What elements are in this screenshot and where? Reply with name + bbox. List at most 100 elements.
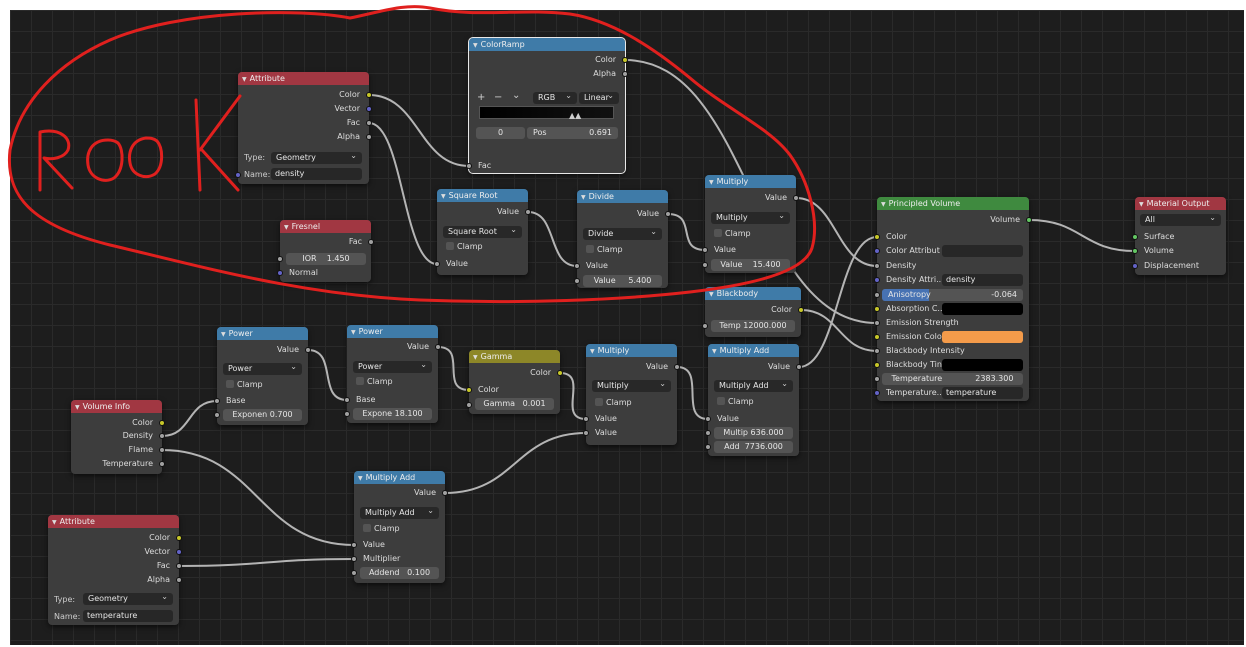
socket-vector-icon[interactable] bbox=[1132, 263, 1138, 269]
temperature-field[interactable]: Temp 12000.000 bbox=[711, 320, 795, 332]
socket-value-icon[interactable] bbox=[874, 320, 880, 326]
socket-shader-icon[interactable] bbox=[1026, 217, 1032, 223]
addend-field[interactable]: Add 7736.000 bbox=[714, 441, 793, 453]
socket-color-icon[interactable] bbox=[159, 420, 165, 426]
operation-dropdown[interactable]: Multiply Add bbox=[360, 507, 439, 519]
socket-value-icon[interactable] bbox=[435, 344, 441, 350]
socket-value-icon[interactable] bbox=[351, 542, 357, 548]
collapse-triangle-icon[interactable]: ▼ bbox=[473, 354, 478, 361]
socket-vector-icon[interactable] bbox=[277, 270, 283, 276]
operation-dropdown[interactable]: Power bbox=[223, 363, 302, 375]
checkbox-icon[interactable] bbox=[714, 229, 722, 237]
collapse-triangle-icon[interactable]: ▼ bbox=[284, 224, 289, 231]
socket-value-icon[interactable] bbox=[665, 211, 671, 217]
clamp-checkbox[interactable]: Clamp bbox=[708, 396, 799, 408]
multiply-node[interactable]: ▼Multiply Value Multiply Clamp Value Val… bbox=[583, 344, 680, 445]
socket-value-icon[interactable] bbox=[305, 347, 311, 353]
socket-value-icon[interactable] bbox=[793, 195, 799, 201]
collapse-triangle-icon[interactable]: ▼ bbox=[242, 76, 247, 83]
collapse-triangle-icon[interactable]: ▼ bbox=[52, 519, 57, 526]
node-editor-canvas[interactable] bbox=[10, 10, 1244, 645]
collapse-triangle-icon[interactable]: ▼ bbox=[473, 42, 478, 49]
socket-value-icon[interactable] bbox=[277, 256, 283, 262]
operation-dropdown[interactable]: Multiply bbox=[592, 380, 671, 392]
node-header[interactable]: ▼ Fresnel bbox=[280, 220, 371, 233]
checkbox-icon[interactable] bbox=[446, 242, 454, 250]
node-header[interactable]: ▼ Square Root bbox=[437, 189, 528, 202]
socket-color-icon[interactable] bbox=[874, 362, 880, 368]
socket-value-icon[interactable] bbox=[702, 323, 708, 329]
socket-value-icon[interactable] bbox=[344, 397, 350, 403]
socket-value-icon[interactable] bbox=[574, 263, 580, 269]
collapse-triangle-icon[interactable]: ▼ bbox=[881, 201, 886, 208]
socket-value-icon[interactable] bbox=[368, 239, 374, 245]
socket-color-icon[interactable] bbox=[874, 306, 880, 312]
multiply-add-node[interactable]: ▼Multiply Add Value Multiply Add Clamp V… bbox=[351, 471, 448, 583]
checkbox-icon[interactable] bbox=[595, 398, 603, 406]
color-attribute-field[interactable] bbox=[942, 245, 1023, 257]
multiply-node[interactable]: ▼Multiply Value Multiply Clamp Value Val… bbox=[702, 175, 799, 273]
socket-value-icon[interactable] bbox=[702, 262, 708, 268]
socket-value-icon[interactable] bbox=[214, 412, 220, 418]
socket-value-icon[interactable] bbox=[674, 364, 680, 370]
temperature-attribute-field[interactable]: temperature bbox=[942, 387, 1023, 399]
multiply-add-node[interactable]: ▼Multiply Add Value Multiply Add Clamp V… bbox=[705, 344, 802, 456]
operation-dropdown[interactable]: Multiply bbox=[711, 212, 790, 224]
socket-color-icon[interactable] bbox=[557, 370, 563, 376]
socket-vector-icon[interactable] bbox=[176, 549, 182, 555]
colorramp-node[interactable]: ▼ColorRamp Color Alpha + − ⌄ RGB Linear … bbox=[466, 37, 628, 174]
chevron-down-icon[interactable]: ⌄ bbox=[512, 90, 520, 101]
collapse-triangle-icon[interactable]: ▼ bbox=[712, 348, 717, 355]
socket-value-icon[interactable] bbox=[796, 364, 802, 370]
socket-value-icon[interactable] bbox=[159, 447, 165, 453]
ior-field[interactable]: IOR 1.450 bbox=[286, 253, 366, 265]
collapse-triangle-icon[interactable]: ▼ bbox=[709, 291, 714, 298]
color-ramp-bar[interactable] bbox=[479, 106, 614, 119]
socket-value-icon[interactable] bbox=[874, 263, 880, 269]
socket-value-icon[interactable] bbox=[214, 398, 220, 404]
clamp-checkbox[interactable]: Clamp bbox=[354, 523, 445, 535]
interpolation-dropdown[interactable]: Linear bbox=[579, 92, 619, 104]
operation-dropdown[interactable]: Square Root bbox=[443, 226, 522, 238]
power-node[interactable]: ▼Power Value Power Clamp Base Expone 18.… bbox=[344, 325, 441, 423]
exponent-field[interactable]: Exponen 0.700 bbox=[223, 409, 302, 421]
node-header[interactable]: ▼ Attribute bbox=[238, 72, 369, 85]
socket-value-icon[interactable] bbox=[874, 376, 880, 382]
color-mode-dropdown[interactable]: RGB bbox=[533, 92, 577, 104]
socket-value-icon[interactable] bbox=[434, 261, 440, 267]
target-dropdown[interactable]: All bbox=[1140, 214, 1221, 226]
socket-value-icon[interactable] bbox=[705, 430, 711, 436]
socket-vector-icon[interactable] bbox=[874, 248, 880, 254]
socket-color-icon[interactable] bbox=[874, 234, 880, 240]
socket-color-icon[interactable] bbox=[874, 334, 880, 340]
add-stop-icon[interactable]: + bbox=[477, 92, 485, 103]
remove-stop-icon[interactable]: − bbox=[494, 92, 502, 103]
checkbox-icon[interactable] bbox=[363, 524, 371, 532]
node-header[interactable]: ▼ Attribute bbox=[48, 515, 179, 528]
collapse-triangle-icon[interactable]: ▼ bbox=[1139, 201, 1144, 208]
power-node[interactable]: ▼Power Value Power Clamp Base Exponen 0.… bbox=[214, 327, 311, 425]
gamma-field[interactable]: Gamma 0.001 bbox=[475, 398, 554, 410]
socket-value-icon[interactable] bbox=[874, 292, 880, 298]
node-header[interactable]: ▼ Gamma bbox=[469, 350, 560, 363]
checkbox-icon[interactable] bbox=[226, 380, 234, 388]
collapse-triangle-icon[interactable]: ▼ bbox=[221, 331, 226, 338]
socket-value-icon[interactable] bbox=[351, 570, 357, 576]
name-field[interactable]: density bbox=[271, 168, 362, 180]
collapse-triangle-icon[interactable]: ▼ bbox=[358, 475, 363, 482]
gamma-node[interactable]: ▼ Gamma Color Color Gamma 0.001 bbox=[466, 350, 563, 414]
node-header[interactable]: ▼ Power bbox=[347, 325, 438, 338]
material-output-node[interactable]: ▼Material Output All Surface Volume Disp… bbox=[1132, 197, 1226, 275]
exponent-field[interactable]: Expone 18.100 bbox=[353, 408, 432, 420]
clamp-checkbox[interactable]: Clamp bbox=[437, 241, 528, 253]
addend-field[interactable]: Addend 0.100 bbox=[360, 567, 439, 579]
socket-value-icon[interactable] bbox=[525, 209, 531, 215]
checkbox-icon[interactable] bbox=[586, 245, 594, 253]
socket-color-icon[interactable] bbox=[622, 57, 628, 63]
socket-value-icon[interactable] bbox=[583, 430, 589, 436]
operation-dropdown[interactable]: Multiply Add bbox=[714, 380, 793, 392]
node-header[interactable]: ▼ Blackbody bbox=[705, 287, 801, 300]
density-attribute-field[interactable]: density bbox=[942, 274, 1023, 286]
socket-value-icon[interactable] bbox=[466, 163, 472, 169]
socket-value-icon[interactable] bbox=[705, 416, 711, 422]
